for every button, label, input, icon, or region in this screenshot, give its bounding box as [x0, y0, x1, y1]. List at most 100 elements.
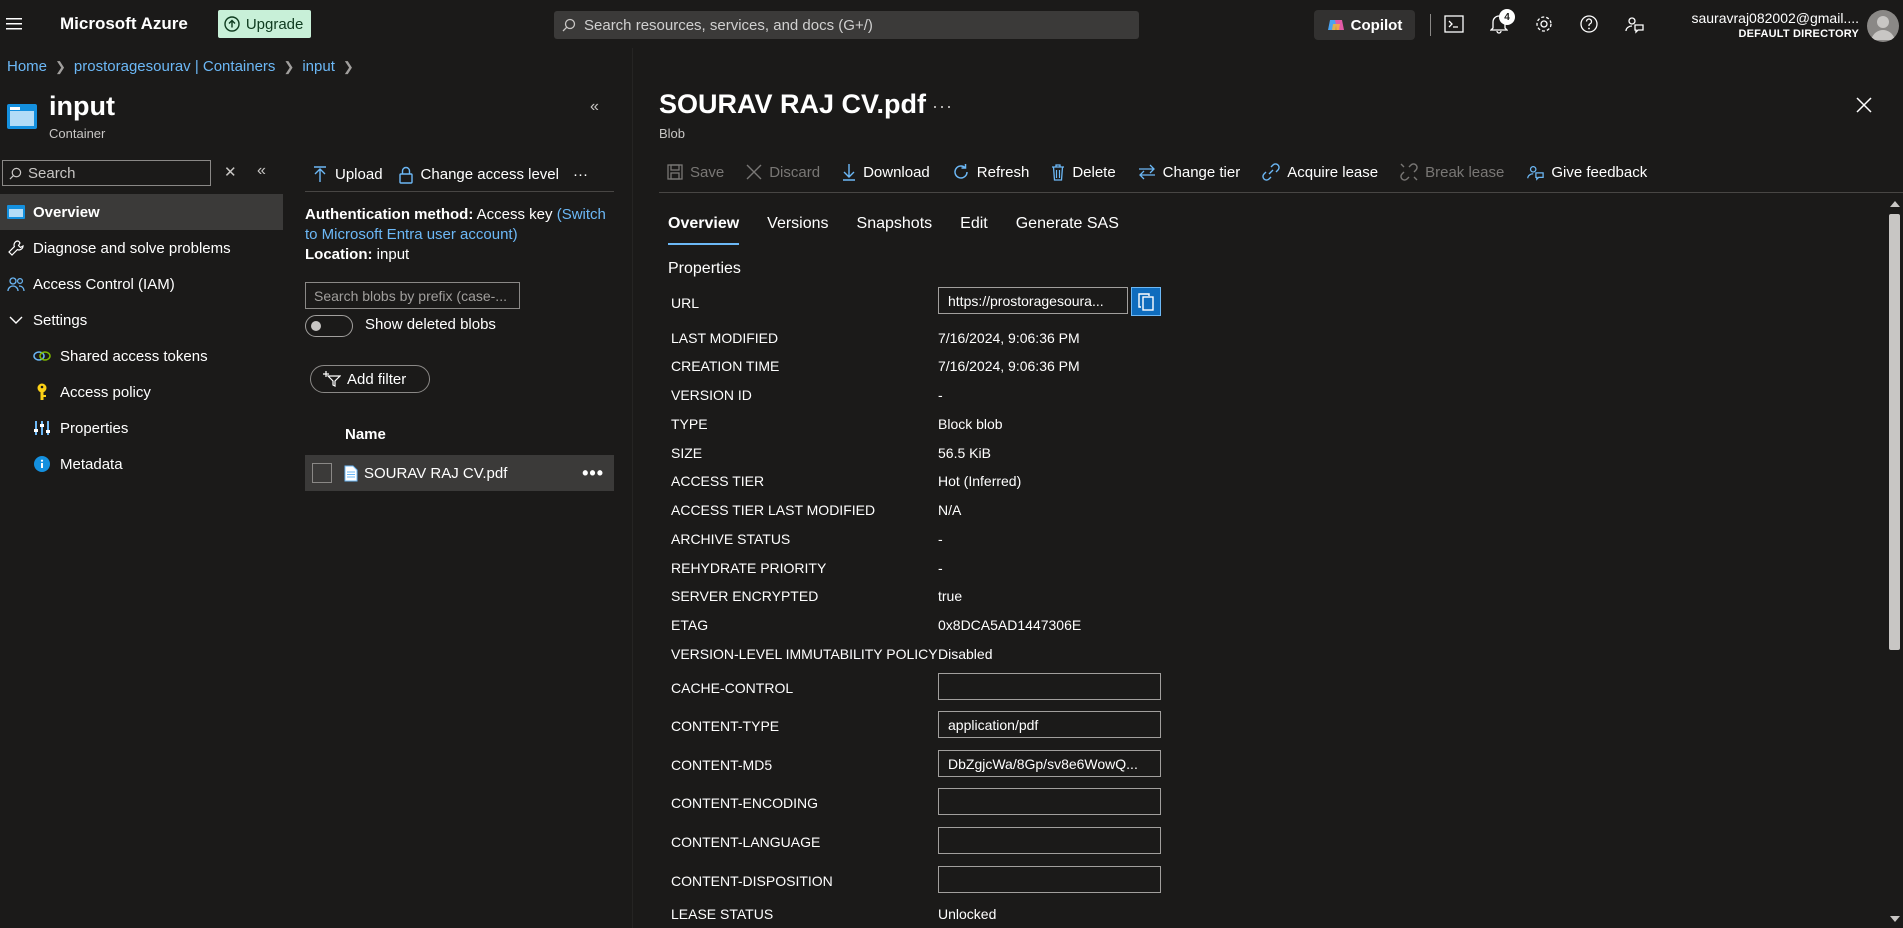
- creation-time-label: CREATION TIME: [671, 358, 780, 374]
- tab-generate-sas[interactable]: Generate SAS: [1016, 215, 1119, 245]
- size-label: SIZE: [671, 445, 703, 461]
- clear-search-icon[interactable]: ✕: [224, 163, 237, 181]
- rehydrate-priority-value: -: [938, 560, 943, 576]
- content-type-field[interactable]: application/pdf: [938, 711, 1161, 738]
- break-lease-button[interactable]: Break lease: [1400, 163, 1504, 181]
- scrollbar-thumb[interactable]: [1889, 214, 1900, 650]
- download-label: Download: [863, 163, 930, 181]
- add-filter-button[interactable]: Add filter: [310, 365, 430, 393]
- nav-item-properties[interactable]: Properties: [0, 410, 283, 446]
- change-tier-button[interactable]: Change tier: [1138, 163, 1241, 181]
- nav-item-label: Access Control (IAM): [33, 275, 175, 293]
- scroll-up-arrow-icon[interactable]: [1890, 201, 1900, 207]
- cloud-shell-icon[interactable]: [1441, 11, 1467, 37]
- change-access-level-button[interactable]: Change access level: [398, 166, 559, 184]
- content-language-field[interactable]: [938, 827, 1161, 854]
- row-more-icon[interactable]: •••: [582, 463, 604, 484]
- breadcrumb-container[interactable]: input: [302, 58, 335, 75]
- content-type-label: CONTENT-TYPE: [671, 718, 780, 734]
- blob-title: SOURAV RAJ CV.pdf: [659, 89, 927, 119]
- copilot-button[interactable]: Copilot: [1314, 10, 1415, 40]
- download-button[interactable]: Download: [842, 163, 930, 181]
- archive-status-value: -: [938, 531, 943, 547]
- tab-edit[interactable]: Edit: [960, 215, 988, 245]
- help-icon[interactable]: [1576, 11, 1602, 37]
- access-tier-value: Hot (Inferred): [938, 473, 1022, 489]
- global-search-input[interactable]: Search resources, services, and docs (G+…: [554, 11, 1139, 39]
- breadcrumb: Home ❯ prostoragesourav | Containers ❯ i…: [7, 58, 354, 75]
- properties-scrollbar[interactable]: [1886, 196, 1903, 928]
- save-button[interactable]: Save: [667, 164, 724, 181]
- content-md5-field[interactable]: DbZgjcWa/8Gp/sv8e6WowQ...: [938, 750, 1161, 777]
- global-search-placeholder: Search resources, services, and docs (G+…: [584, 16, 873, 34]
- nav-item-metadata[interactable]: Metadata: [0, 446, 283, 482]
- tab-versions[interactable]: Versions: [767, 215, 828, 245]
- upgrade-button[interactable]: Upgrade: [217, 10, 312, 38]
- copilot-icon: [1327, 20, 1344, 30]
- table-row[interactable]: SOURAV RAJ CV.pdf •••: [305, 455, 614, 491]
- upload-icon: [314, 165, 326, 182]
- content-md5-label: CONTENT-MD5: [671, 757, 773, 773]
- nav-item-label: Overview: [33, 203, 100, 221]
- more-actions-button[interactable]: ···: [573, 166, 588, 183]
- upgrade-label: Upgrade: [245, 15, 304, 33]
- nav-item-access-policy[interactable]: Access policy: [0, 374, 283, 410]
- nav-item-access-control[interactable]: Access Control (IAM): [0, 266, 283, 302]
- avatar[interactable]: [1867, 10, 1899, 42]
- collapse-panel-icon[interactable]: «: [590, 98, 599, 116]
- acquire-lease-button[interactable]: Acquire lease: [1262, 163, 1378, 181]
- cache-control-label: CACHE-CONTROL: [671, 680, 794, 696]
- copilot-label: Copilot: [1350, 16, 1403, 34]
- breadcrumb-home[interactable]: Home: [7, 58, 47, 75]
- content-encoding-field[interactable]: [938, 788, 1161, 815]
- breadcrumb-storage-account[interactable]: prostoragesourav | Containers: [74, 58, 276, 75]
- archive-status-label: ARCHIVE STATUS: [671, 531, 791, 547]
- nav-item-label: Access policy: [60, 383, 151, 401]
- column-header-name[interactable]: Name: [345, 426, 386, 443]
- tab-snapshots[interactable]: Snapshots: [857, 215, 933, 245]
- nav-item-diagnose[interactable]: Diagnose and solve problems: [0, 230, 283, 266]
- save-label: Save: [690, 163, 725, 181]
- nav-search-input[interactable]: Search: [2, 160, 211, 186]
- acquire-lease-label: Acquire lease: [1287, 163, 1379, 181]
- download-icon: [843, 164, 856, 181]
- copy-to-clipboard-button[interactable]: [1131, 287, 1161, 316]
- collapse-nav-icon[interactable]: «: [257, 162, 266, 180]
- menu-icon[interactable]: [2, 0, 26, 48]
- blob-more-icon[interactable]: ···: [932, 96, 953, 117]
- blob-name[interactable]: SOURAV RAJ CV.pdf: [364, 465, 507, 482]
- etag-value: 0x8DCA5AD1447306E: [938, 617, 1082, 633]
- settings-gear-icon[interactable]: [1531, 11, 1557, 37]
- broken-link-icon: [1400, 163, 1418, 181]
- type-label: TYPE: [671, 416, 708, 432]
- show-deleted-toggle[interactable]: [305, 315, 353, 337]
- immutability-policy-label: VERSION-LEVEL IMMUTABILITY POLICY: [671, 646, 938, 662]
- discard-button[interactable]: Discard: [746, 164, 820, 181]
- scroll-down-arrow-icon[interactable]: [1890, 916, 1900, 922]
- cache-control-field[interactable]: [938, 673, 1161, 700]
- give-feedback-button[interactable]: Give feedback: [1526, 163, 1647, 181]
- nav-item-overview[interactable]: Overview: [0, 194, 283, 230]
- feedback-icon[interactable]: [1621, 11, 1647, 37]
- change-tier-label: Change tier: [1162, 163, 1241, 181]
- last-modified-value: 7/16/2024, 9:06:36 PM: [938, 330, 1080, 346]
- refresh-button[interactable]: Refresh: [952, 163, 1029, 181]
- lease-link-icon: [1262, 163, 1280, 181]
- brand-title[interactable]: Microsoft Azure: [60, 14, 188, 34]
- blob-prefix-search-input[interactable]: Search blobs by prefix (case-...: [305, 282, 520, 309]
- creation-time-value: 7/16/2024, 9:06:36 PM: [938, 358, 1080, 374]
- auth-method-value: Access key: [476, 206, 553, 223]
- url-field[interactable]: https://prostoragesoura...: [938, 287, 1128, 314]
- nav-item-shared-access-tokens[interactable]: Shared access tokens: [0, 338, 283, 374]
- server-encrypted-label: SERVER ENCRYPTED: [671, 588, 819, 604]
- filter-add-icon: [323, 371, 341, 387]
- close-icon[interactable]: [1855, 96, 1873, 114]
- nav-item-settings[interactable]: Settings: [0, 302, 283, 338]
- tab-overview[interactable]: Overview: [668, 215, 740, 245]
- blob-tabs: Overview Versions Snapshots Edit Generat…: [668, 215, 1119, 245]
- account-menu[interactable]: sauravraj082002@gmail.... DEFAULT DIRECT…: [1691, 10, 1859, 42]
- row-checkbox[interactable]: [312, 463, 332, 483]
- delete-button[interactable]: Delete: [1051, 164, 1116, 181]
- content-disposition-field[interactable]: [938, 866, 1161, 893]
- upload-button[interactable]: Upload: [313, 165, 383, 184]
